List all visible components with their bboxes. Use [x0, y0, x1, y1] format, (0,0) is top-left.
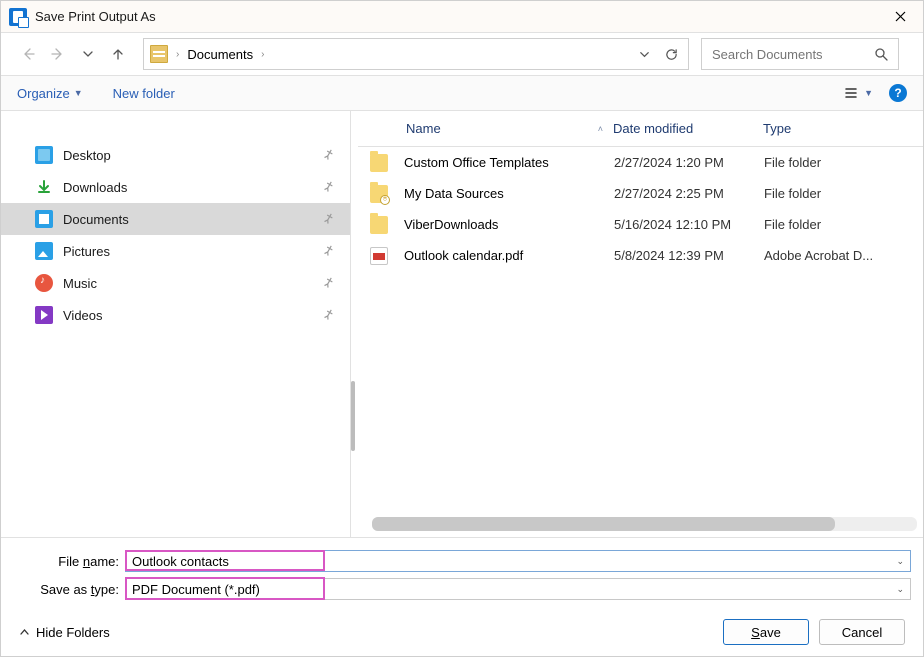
pin-icon: [319, 210, 337, 229]
file-list-header: Name ˄ Date modified Type: [358, 111, 923, 147]
address-folder: Documents: [187, 47, 253, 62]
filetype-select[interactable]: PDF Document (*.pdf) ⌄: [125, 578, 911, 600]
fields-area: File name: Outlook contacts ⌄ Save as ty…: [1, 538, 923, 608]
toolbar: Organize▼ New folder ▼ ?: [1, 75, 923, 111]
sidebar-item-downloads[interactable]: Downloads: [1, 171, 350, 203]
search-icon: [874, 47, 888, 61]
chevron-up-icon: [19, 627, 30, 638]
chevron-down-icon[interactable]: ⌄: [896, 584, 904, 595]
titlebar: Save Print Output As: [1, 1, 923, 33]
hide-folders-button[interactable]: Hide Folders: [19, 625, 110, 640]
chevron-down-icon[interactable]: [638, 48, 651, 61]
main-area: Desktop Downloads Documents Pictures Mus: [1, 111, 923, 538]
file-row[interactable]: ⌾ My Data Sources 2/27/2024 2:25 PM File…: [358, 178, 923, 209]
sort-indicator-icon: ˄: [598, 124, 603, 134]
folder-icon: [370, 154, 388, 172]
folder-icon: [370, 216, 388, 234]
chevron-down-icon: ▼: [864, 88, 873, 98]
recent-button[interactable]: [73, 39, 103, 69]
save-dialog: Save Print Output As › Documents ›: [0, 0, 924, 657]
splitter[interactable]: [351, 111, 358, 537]
close-button[interactable]: [877, 1, 923, 33]
search-placeholder: Search Documents: [712, 47, 823, 62]
column-type[interactable]: Type: [763, 121, 923, 136]
up-button[interactable]: [103, 39, 133, 69]
file-list: Name ˄ Date modified Type Custom Office …: [358, 111, 923, 537]
videos-icon: [35, 306, 53, 324]
desktop-icon: [35, 146, 53, 164]
sidebar-item-documents[interactable]: Documents: [1, 203, 350, 235]
list-view-icon: [844, 86, 858, 100]
search-input[interactable]: Search Documents: [701, 38, 899, 70]
nav-row: › Documents › Search Documents: [1, 33, 923, 75]
view-options-button[interactable]: ▼: [844, 86, 873, 100]
file-row[interactable]: ViberDownloads 5/16/2024 12:10 PM File f…: [358, 209, 923, 240]
close-icon: [895, 11, 906, 22]
column-name[interactable]: Name ˄: [358, 121, 613, 136]
help-button[interactable]: ?: [889, 84, 907, 102]
pin-icon: [319, 242, 337, 261]
sidebar-item-desktop[interactable]: Desktop: [1, 139, 350, 171]
pin-icon: [319, 306, 337, 325]
footer: Hide Folders Save Cancel: [1, 608, 923, 656]
new-folder-button[interactable]: New folder: [113, 86, 175, 101]
chevron-down-icon: ▼: [74, 88, 83, 98]
arrow-up-icon: [111, 47, 125, 61]
refresh-icon[interactable]: [665, 48, 678, 61]
back-button[interactable]: [13, 39, 43, 69]
filename-label: File name:: [13, 554, 125, 569]
chevron-right-icon: ›: [259, 49, 266, 60]
chevron-right-icon: ›: [174, 49, 181, 60]
file-row[interactable]: Outlook calendar.pdf 5/8/2024 12:39 PM A…: [358, 240, 923, 271]
filename-input[interactable]: Outlook contacts ⌄: [125, 550, 911, 572]
organize-button[interactable]: Organize▼: [17, 86, 83, 101]
filetype-label: Save as type:: [13, 582, 125, 597]
music-icon: [35, 274, 53, 292]
sidebar-item-videos[interactable]: Videos: [1, 299, 350, 331]
sidebar-item-pictures[interactable]: Pictures: [1, 235, 350, 267]
pdf-icon: [370, 247, 388, 265]
filename-row: File name: Outlook contacts ⌄: [13, 548, 911, 574]
address-bar[interactable]: › Documents ›: [143, 38, 689, 70]
column-date[interactable]: Date modified: [613, 121, 763, 136]
folder-db-icon: ⌾: [370, 185, 388, 203]
save-button[interactable]: Save: [723, 619, 809, 645]
documents-icon: [35, 210, 53, 228]
filetype-row: Save as type: PDF Document (*.pdf) ⌄: [13, 576, 911, 602]
pin-icon: [319, 178, 337, 197]
pin-icon: [319, 274, 337, 293]
chevron-down-icon[interactable]: ⌄: [896, 556, 904, 567]
pictures-icon: [35, 242, 53, 260]
documents-icon: [150, 45, 168, 63]
sidebar-item-music[interactable]: Music: [1, 267, 350, 299]
window-title: Save Print Output As: [35, 9, 156, 24]
arrow-right-icon: [51, 47, 65, 61]
file-row[interactable]: Custom Office Templates 2/27/2024 1:20 P…: [358, 147, 923, 178]
outlook-icon: [9, 8, 27, 26]
downloads-icon: [35, 178, 53, 196]
forward-button[interactable]: [43, 39, 73, 69]
horizontal-scrollbar[interactable]: [372, 517, 917, 531]
pin-icon: [319, 146, 337, 165]
arrow-left-icon: [21, 47, 35, 61]
chevron-down-icon: [81, 47, 95, 61]
cancel-button[interactable]: Cancel: [819, 619, 905, 645]
sidebar: Desktop Downloads Documents Pictures Mus: [1, 111, 351, 537]
